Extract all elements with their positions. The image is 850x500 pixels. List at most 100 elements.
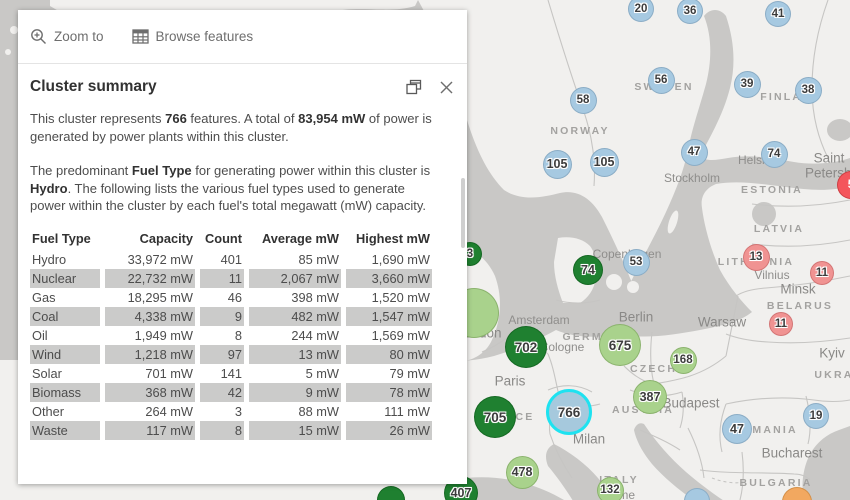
cluster-bubble[interactable]: 56 <box>647 66 675 94</box>
table-cell: 15 mW <box>249 420 341 440</box>
table-cell: 46 <box>227 289 242 305</box>
table-cell: 1,547 mW <box>346 306 432 326</box>
table-cell: 78 mW <box>346 382 432 402</box>
table-cell: 22,732 mW <box>105 268 195 288</box>
cluster-bubble[interactable]: 47 <box>680 138 708 166</box>
cluster-bubble[interactable]: 105 <box>589 147 619 177</box>
cluster-bubble[interactable] <box>782 487 812 500</box>
cluster-bubble[interactable]: 478 <box>505 455 539 489</box>
cluster-bubble[interactable]: 675 <box>599 324 641 366</box>
table-cell: 97 <box>200 344 244 364</box>
cluster-bubble[interactable]: 168 <box>669 346 697 374</box>
table-cell: 368 mW <box>105 382 195 402</box>
cluster-bubble[interactable]: 58 <box>569 86 597 114</box>
cluster-bubble[interactable]: 41 <box>765 1 791 27</box>
cluster-bubble[interactable] <box>377 486 405 500</box>
table-cell: Waste <box>30 420 100 440</box>
table-cell: Hydro <box>32 251 67 267</box>
table-cell: Nuclear <box>30 268 100 288</box>
table-cell: 42 <box>200 382 244 402</box>
cluster-bubble[interactable]: 74 <box>573 255 603 285</box>
table-cell: 117 mW <box>105 420 195 440</box>
table-row: Biomass 368 mW 42 9 mW 78 mW <box>30 382 432 402</box>
table-row: Oil 1,949 mW 8 244 mW 1,569 mW <box>30 326 432 345</box>
zoom-to-icon <box>31 29 46 44</box>
cluster-bubble[interactable]: 36 <box>677 0 703 24</box>
feature-count: 766 <box>165 111 187 126</box>
table-cell: Gas <box>32 289 56 305</box>
summary-paragraph-1: This cluster represents 766 features. A … <box>30 111 432 144</box>
cluster-popup-panel: Zoom to Browse features Cluster summary <box>18 10 467 484</box>
summary-paragraph-2: The predominant Fuel Type for generating… <box>30 163 431 213</box>
table-cell: 1,218 mW <box>105 344 195 364</box>
cluster-bubble[interactable]: 19 <box>803 403 829 429</box>
table-cell: Coal <box>30 306 100 326</box>
cluster-bubble[interactable]: 47 <box>722 414 752 444</box>
popup-title-row: Cluster summary <box>18 64 467 102</box>
table-header-row: Fuel Type Capacity Count Average mW Highest … <box>30 229 432 250</box>
table-cell: 3,660 mW <box>346 268 432 288</box>
table-cell: 18,295 mW <box>127 289 193 305</box>
dock-icon <box>406 79 422 95</box>
table-cell: 13 mW <box>249 344 341 364</box>
table-cell: 4,338 mW <box>105 306 195 326</box>
table-header-cell: Count <box>205 230 242 246</box>
browse-features-icon <box>131 29 149 44</box>
table-cell: 85 mW <box>298 251 339 267</box>
table-row: Waste 117 mW 8 15 mW 26 mW <box>30 420 432 440</box>
table-cell: Wind <box>30 344 100 364</box>
panel-scrollbar[interactable] <box>461 178 465 248</box>
table-cell: 33,972 mW <box>127 251 193 267</box>
table-row: Gas 18,295 mW 46 398 mW 1,520 mW <box>30 288 432 307</box>
cluster-bubble[interactable]: 387 <box>633 380 667 414</box>
table-cell: 264 mW <box>145 403 193 419</box>
cluster-bubble[interactable]: 705 <box>474 396 516 438</box>
cluster-bubble[interactable]: 105 <box>542 149 572 179</box>
zoom-to-button[interactable]: Zoom to <box>30 28 104 45</box>
cluster-bubble[interactable]: 39 <box>733 70 761 98</box>
cluster-bubble[interactable]: 13 <box>742 243 770 271</box>
table-cell: Other <box>32 403 65 419</box>
table-cell: 111 mW <box>384 403 430 419</box>
popup-title: Cluster summary <box>30 78 157 95</box>
table-header-cell: Average mW <box>261 230 339 246</box>
dock-button[interactable] <box>405 78 423 96</box>
predominant-fuel: Hydro <box>30 180 68 196</box>
browse-features-label: Browse features <box>155 29 254 44</box>
close-button[interactable] <box>437 78 455 96</box>
app-window: NORWAYSWEDENFINLANDESTONIALATVIALITHUANI… <box>0 0 850 500</box>
cluster-bubble[interactable]: 20 <box>628 0 654 22</box>
browse-features-button[interactable]: Browse features <box>131 29 254 44</box>
table-row: Hydro 33,972 mW 401 85 mW 1,690 mW <box>30 250 432 269</box>
table-cell: 26 mW <box>346 420 432 440</box>
cluster-bubble[interactable]: 74 <box>760 140 788 168</box>
table-cell: 701 mW <box>145 365 193 381</box>
table-cell: 80 mW <box>346 344 432 364</box>
table-cell: 79 mW <box>389 365 430 381</box>
cluster-bubble[interactable]: 132 <box>596 476 624 500</box>
cluster-bubble[interactable]: 38 <box>794 76 822 104</box>
cluster-bubble[interactable]: 11 <box>769 312 793 336</box>
table-cell: 1,690 mW <box>371 251 430 267</box>
cluster-bubble-selected[interactable]: 766 <box>546 389 592 435</box>
table-cell: Biomass <box>30 382 100 402</box>
cluster-bubble[interactable] <box>684 488 710 500</box>
cluster-bubble[interactable]: 11 <box>810 261 834 285</box>
table-cell: 482 mW <box>249 306 341 326</box>
table-cell: 401 <box>220 251 242 267</box>
table-row: Solar 701 mW 141 5 mW 79 mW <box>30 364 432 383</box>
cluster-bubble[interactable]: 5 <box>837 171 850 199</box>
table-cell: 9 mW <box>249 382 341 402</box>
zoom-to-label: Zoom to <box>54 29 104 44</box>
cluster-bubble[interactable]: 702 <box>505 326 547 368</box>
table-cell: Oil <box>32 327 48 343</box>
fuel-type-table: Fuel Type Capacity Count Average mW Highest … <box>25 229 437 440</box>
table-cell: 9 <box>200 306 244 326</box>
table-row: Coal 4,338 mW 9 482 mW 1,547 mW <box>30 306 432 326</box>
fuel-table-body: Hydro 33,972 mW 401 85 mW 1,690 mW Nuclear 22,… <box>30 250 432 440</box>
table-row: Wind 1,218 mW 97 13 mW 80 mW <box>30 344 432 364</box>
table-cell: 8 <box>200 420 244 440</box>
cluster-bubble[interactable]: 53 <box>622 248 650 276</box>
table-cell: 88 mW <box>298 403 339 419</box>
table-row: Other 264 mW 3 88 mW 111 mW <box>30 402 432 421</box>
